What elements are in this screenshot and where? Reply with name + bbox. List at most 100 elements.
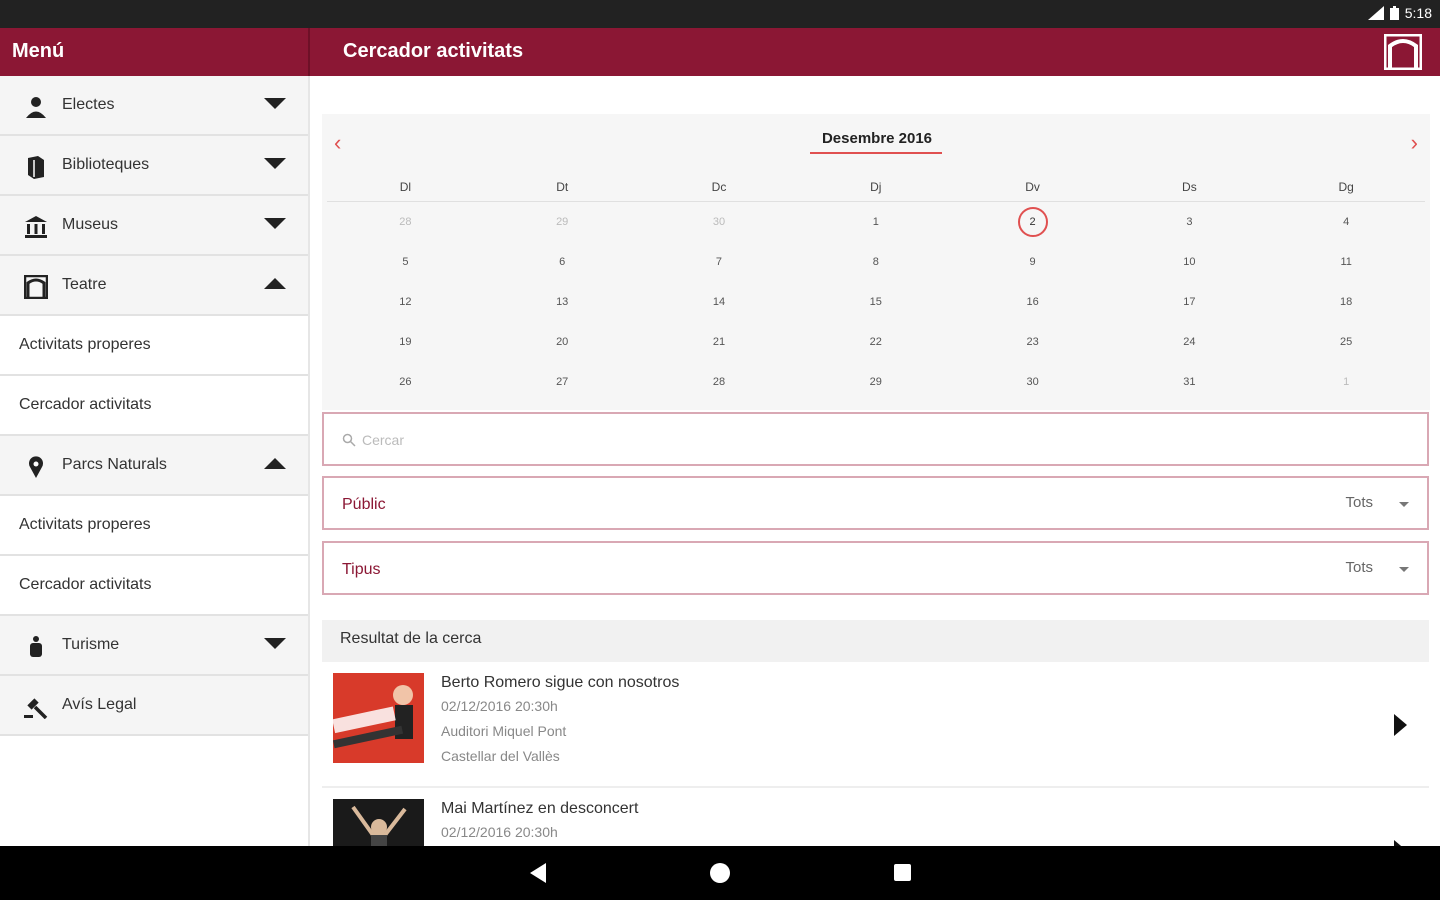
calendar-day[interactable]: 29 [484,216,641,228]
chevron-down-icon[interactable] [264,158,286,169]
calendar: ‹ Desembre 2016 › Dl Dt Dc Dj Dv Ds Dg 2… [322,114,1430,410]
calendar-day[interactable]: 19 [327,336,484,348]
calendar-month[interactable]: Desembre 2016 [812,130,942,147]
sidebar-item-parcs-naturals[interactable]: Parcs Naturals [0,436,308,496]
event-date: 02/12/2016 20:30h [441,698,558,714]
calendar-day[interactable]: 17 [1111,296,1268,308]
calendar-day[interactable]: 30 [954,376,1111,388]
chevron-left-icon[interactable]: ‹ [334,130,341,156]
calendar-day[interactable]: 21 [641,336,798,348]
calendar-day[interactable]: 22 [797,336,954,348]
selected-day-label: 2 [1017,207,1048,237]
calendar-week: 26 27 28 29 30 31 1 [327,362,1425,402]
chevron-right-icon[interactable]: › [1411,130,1418,156]
calendar-day[interactable]: 14 [641,296,798,308]
calendar-day[interactable]: 28 [327,216,484,228]
sidebar-item-turisme[interactable]: Turisme [0,616,308,676]
calendar-day[interactable]: 7 [641,256,798,268]
calendar-day[interactable]: 24 [1111,336,1268,348]
calendar-day[interactable]: 11 [1268,256,1425,268]
book-icon [28,156,44,179]
calendar-day[interactable]: 28 [641,376,798,388]
calendar-day[interactable]: 12 [327,296,484,308]
calendar-day[interactable]: 13 [484,296,641,308]
month-underline [810,152,942,154]
dropdown-arrow-icon [1399,502,1409,507]
weekday-row: Dl Dt Dc Dj Dv Ds Dg [327,172,1425,202]
calendar-day[interactable]: 25 [1268,336,1425,348]
sidebar-item-label: Activitats properes [19,336,151,353]
type-filter-select[interactable]: Tipus Tots [322,541,1429,595]
list-item[interactable]: Mai Martínez en desconcert 02/12/2016 20… [322,788,1429,846]
recent-apps-icon[interactable] [894,864,911,881]
calendar-day[interactable]: 1 [1268,376,1425,388]
signal-icon [1367,6,1384,20]
calendar-day[interactable]: 5 [327,256,484,268]
status-bar: 5:18 [0,0,1440,28]
weekday-label: Dl [399,179,412,194]
main-content: ‹ Desembre 2016 › Dl Dt Dc Dj Dv Ds Dg 2… [310,76,1440,846]
sidebar-item-parcs-cercador-activitats[interactable]: Cercador activitats [0,556,308,616]
calendar-day[interactable]: 6 [484,256,641,268]
sidebar-item-parcs-activitats-properes[interactable]: Activitats properes [0,496,308,556]
sidebar-item-label: Activitats properes [19,516,151,533]
menu-title: Menú [12,40,65,62]
back-icon[interactable] [530,863,546,883]
chevron-up-icon[interactable] [264,278,286,289]
sidebar-item-teatre-activitats-properes[interactable]: Activitats properes [0,316,308,376]
sidebar-item-biblioteques[interactable]: Biblioteques [0,136,308,196]
system-nav-bar [0,846,1440,900]
event-thumbnail [333,673,424,763]
sidebar-item-museus[interactable]: Museus [0,196,308,256]
calendar-day[interactable]: 29 [797,376,954,388]
list-item[interactable]: Berto Romero sigue con nosotros 02/12/20… [322,662,1429,788]
calendar-day[interactable]: 4 [1268,216,1425,228]
clock: 5:18 [1404,5,1432,21]
search-placeholder: Cercar [362,432,405,448]
calendar-day[interactable]: 3 [1111,216,1268,228]
calendar-day[interactable]: 15 [797,296,954,308]
calendar-day-selected[interactable]: 2 [954,207,1111,237]
weekday-label: Dj [870,179,882,194]
battery-icon [1389,6,1399,20]
sidebar-item-teatre[interactable]: Teatre [0,256,308,316]
calendar-day[interactable]: 8 [797,256,954,268]
calendar-day[interactable]: 18 [1268,296,1425,308]
calendar-day[interactable]: 9 [954,256,1111,268]
calendar-day[interactable]: 31 [1111,376,1268,388]
event-thumbnail [333,799,424,846]
theatre-logo-icon[interactable] [1384,34,1422,70]
calendar-day[interactable]: 1 [797,216,954,228]
chevron-up-icon[interactable] [264,458,286,469]
sidebar-item-label: Turisme [62,636,120,653]
chevron-down-icon[interactable] [264,218,286,229]
public-filter-select[interactable]: Públic Tots [322,476,1429,530]
calendar-day[interactable]: 10 [1111,256,1268,268]
calendar-week: 19 20 21 22 23 24 25 [327,322,1425,362]
calendar-day[interactable]: 26 [327,376,484,388]
tourism-icon [30,636,42,657]
event-title: Mai Martínez en desconcert [441,800,639,817]
calendar-day[interactable]: 30 [641,216,798,228]
calendar-day[interactable]: 16 [954,296,1111,308]
search-input[interactable]: Cercar [322,412,1429,466]
calendar-day[interactable]: 20 [484,336,641,348]
home-icon[interactable] [710,863,730,883]
public-filter-value: Tots [1345,494,1373,511]
weekday-label: Dv [1025,179,1040,194]
weekday-label: Dc [711,179,727,194]
app-bar: Menú Cercador activitats [0,28,1440,76]
sidebar-item-avis-legal[interactable]: Avís Legal [0,676,308,736]
type-filter-label: Tipus [342,561,381,578]
play-arrow-icon[interactable] [1394,714,1407,736]
calendar-week: 5 6 7 8 9 10 11 [327,242,1425,282]
calendar-day[interactable]: 27 [484,376,641,388]
sidebar-menu: Electes Biblioteques Museus Teatre Activ… [0,76,310,846]
sidebar-item-teatre-cercador-activitats[interactable]: Cercador activitats [0,376,308,436]
calendar-day[interactable]: 23 [954,336,1111,348]
theatre-icon [24,275,48,299]
chevron-down-icon[interactable] [264,638,286,649]
chevron-down-icon[interactable] [264,98,286,109]
weekday-label: Ds [1182,179,1197,194]
sidebar-item-electes[interactable]: Electes [0,76,308,136]
